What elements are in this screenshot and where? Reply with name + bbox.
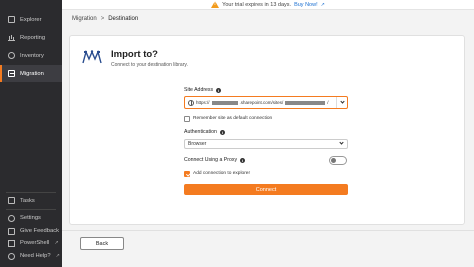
breadcrumb-current: Destination bbox=[108, 16, 139, 22]
chevron-down-icon bbox=[339, 140, 344, 145]
sidebar-item-label: Settings bbox=[20, 215, 41, 221]
remember-checkbox[interactable] bbox=[184, 116, 190, 122]
page-title: Import to? bbox=[111, 49, 158, 60]
proxy-label: Connect Using a Proxy i bbox=[184, 157, 246, 163]
sidebar-item-label: Explorer bbox=[20, 16, 42, 23]
redacted-text bbox=[285, 100, 326, 105]
breadcrumb-parent[interactable]: Migration bbox=[72, 16, 97, 22]
site-address-input[interactable]: https:// .sharepoint.com/sites/ / bbox=[184, 96, 348, 109]
external-link-icon: ↗ bbox=[320, 1, 325, 8]
sidebar-item-explorer[interactable]: Explorer bbox=[0, 11, 62, 28]
sidebar-item-label: Need Help? bbox=[20, 253, 51, 259]
migration-icon bbox=[8, 70, 15, 77]
authentication-select[interactable]: Browser bbox=[184, 139, 348, 149]
redacted-text bbox=[211, 100, 238, 105]
breadcrumb-separator: > bbox=[100, 16, 105, 22]
authentication-value: Browser bbox=[188, 141, 207, 147]
external-link-icon: ↗ bbox=[55, 253, 60, 259]
buy-now-link[interactable]: Buy Now! bbox=[294, 2, 318, 8]
site-address-domain: .sharepoint.com/sites/ bbox=[239, 100, 284, 105]
site-address-dropdown-button[interactable] bbox=[336, 97, 347, 108]
powershell-icon bbox=[8, 239, 15, 247]
sidebar-item-label: PowerShell bbox=[20, 240, 50, 246]
add-to-explorer-checkbox[interactable] bbox=[184, 171, 190, 177]
tasks-icon bbox=[8, 197, 15, 204]
chevron-down-icon bbox=[339, 99, 345, 104]
sidebar-item-feedback[interactable]: Give Feedback bbox=[0, 225, 62, 237]
connect-button[interactable]: Connect bbox=[184, 184, 348, 195]
import-card: Import to? Connect to your destination l… bbox=[69, 35, 465, 225]
settings-icon bbox=[8, 214, 15, 222]
sidebar: Explorer Reporting Inventory Migration T… bbox=[0, 0, 62, 267]
sidebar-divider bbox=[6, 192, 56, 193]
globe-icon bbox=[188, 99, 194, 106]
info-icon[interactable]: i bbox=[219, 129, 225, 135]
sidebar-item-reporting[interactable]: Reporting bbox=[0, 29, 62, 46]
sidebar-item-label: Tasks bbox=[20, 197, 35, 204]
feedback-icon bbox=[8, 227, 15, 235]
warning-icon bbox=[211, 1, 220, 8]
help-icon bbox=[8, 252, 15, 260]
sidebar-divider bbox=[6, 209, 56, 210]
info-icon[interactable]: i bbox=[216, 87, 222, 93]
footer-divider bbox=[62, 230, 474, 231]
back-button[interactable]: Back bbox=[80, 237, 124, 250]
sharepoint-migration-icon bbox=[82, 49, 102, 64]
sidebar-item-inventory[interactable]: Inventory bbox=[0, 47, 62, 64]
sidebar-item-migration[interactable]: Migration bbox=[0, 65, 62, 82]
site-address-label: Site Address i bbox=[184, 87, 222, 93]
page-subtitle: Connect to your destination library. bbox=[111, 62, 188, 68]
authentication-label-text: Authentication bbox=[184, 129, 217, 135]
authentication-label: Authentication i bbox=[184, 129, 225, 135]
trial-banner: Your trial expires in 13 days. Buy Now! … bbox=[62, 0, 474, 10]
site-address-label-text: Site Address bbox=[184, 87, 214, 93]
sidebar-item-settings[interactable]: Settings bbox=[0, 212, 62, 224]
sidebar-item-label: Migration bbox=[20, 70, 44, 77]
site-address-prefix: https:// bbox=[196, 100, 210, 105]
explorer-icon bbox=[8, 16, 15, 23]
sidebar-item-tasks[interactable]: Tasks bbox=[0, 194, 62, 207]
external-link-icon: ↗ bbox=[54, 240, 59, 246]
breadcrumb: Migration > Destination bbox=[72, 16, 138, 22]
sidebar-item-label: Give Feedback bbox=[20, 228, 59, 234]
proxy-label-text: Connect Using a Proxy bbox=[184, 157, 238, 163]
add-to-explorer-label: Add connection to explorer bbox=[193, 171, 251, 176]
sidebar-item-help[interactable]: Need Help? ↗ bbox=[0, 250, 62, 262]
sidebar-item-powershell[interactable]: PowerShell ↗ bbox=[0, 237, 62, 249]
trial-text: Your trial expires in 13 days. bbox=[222, 1, 292, 8]
reporting-icon bbox=[8, 34, 15, 41]
sidebar-item-label: Inventory bbox=[20, 52, 44, 59]
sidebar-item-label: Reporting bbox=[20, 34, 46, 41]
inventory-icon bbox=[8, 52, 15, 59]
proxy-toggle[interactable] bbox=[329, 156, 347, 165]
remember-label: Remember site as default connection bbox=[193, 116, 273, 121]
site-address-suffix: / bbox=[327, 100, 329, 105]
info-icon[interactable]: i bbox=[240, 157, 246, 163]
